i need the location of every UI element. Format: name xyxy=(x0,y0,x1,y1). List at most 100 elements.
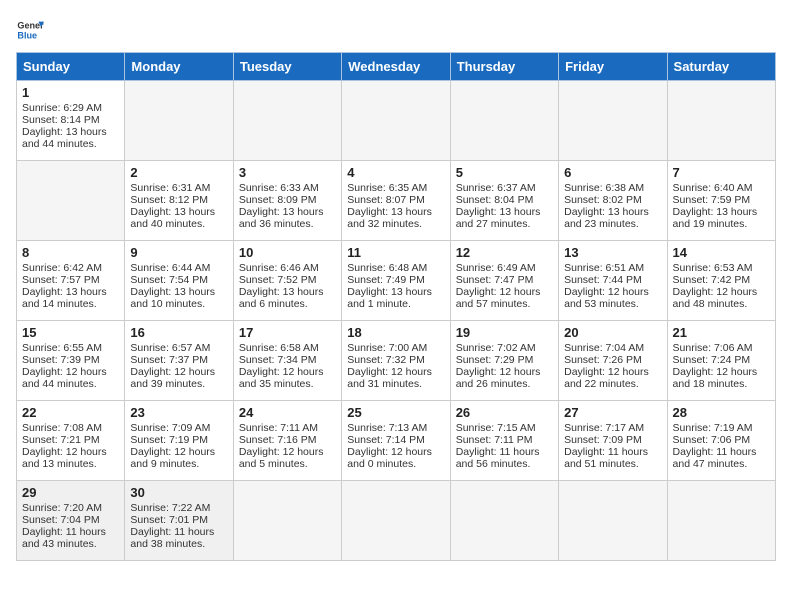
day-info: Sunset: 7:32 PM xyxy=(347,354,444,366)
calendar-cell: 28Sunrise: 7:19 AMSunset: 7:06 PMDayligh… xyxy=(667,401,775,481)
day-info: Sunset: 7:09 PM xyxy=(564,434,661,446)
day-info: Sunrise: 7:00 AM xyxy=(347,342,444,354)
day-info: Sunrise: 6:38 AM xyxy=(564,182,661,194)
day-header-saturday: Saturday xyxy=(667,53,775,81)
calendar-cell: 29 Sunrise: 7:20 AMSunset: 7:04 PMDayligh… xyxy=(17,481,125,561)
day-number: 2 xyxy=(130,165,227,180)
calendar-cell: 2Sunrise: 6:31 AMSunset: 8:12 PMDaylight… xyxy=(125,161,233,241)
day-info: Sunset: 7:42 PM xyxy=(673,274,770,286)
day-number: 25 xyxy=(347,405,444,420)
day-number: 10 xyxy=(239,245,336,260)
day-info: Sunset: 7:04 PM xyxy=(22,514,119,526)
day-info: Sunrise: 6:35 AM xyxy=(347,182,444,194)
day-info: Daylight: 13 hours and 19 minutes. xyxy=(673,206,770,230)
calendar-cell: 10Sunrise: 6:46 AMSunset: 7:52 PMDayligh… xyxy=(233,241,341,321)
day-info: Daylight: 13 hours and 14 minutes. xyxy=(22,286,119,310)
day-number: 5 xyxy=(456,165,553,180)
day-header-thursday: Thursday xyxy=(450,53,558,81)
calendar-cell xyxy=(342,481,450,561)
day-info: Sunrise: 6:55 AM xyxy=(22,342,119,354)
day-info: Daylight: 12 hours and 31 minutes. xyxy=(347,366,444,390)
day-info: Daylight: 12 hours and 48 minutes. xyxy=(673,286,770,310)
day-info: Sunrise: 7:19 AM xyxy=(673,422,770,434)
day-info: Daylight: 12 hours and 9 minutes. xyxy=(130,446,227,470)
calendar-cell xyxy=(450,81,558,161)
day-info: Daylight: 12 hours and 57 minutes. xyxy=(456,286,553,310)
day-info: Sunset: 7:57 PM xyxy=(22,274,119,286)
day-header-sunday: Sunday xyxy=(17,53,125,81)
calendar-cell: 11Sunrise: 6:48 AMSunset: 7:49 PMDayligh… xyxy=(342,241,450,321)
day-number: 15 xyxy=(22,325,119,340)
day-number: 18 xyxy=(347,325,444,340)
calendar-cell: 24Sunrise: 7:11 AMSunset: 7:16 PMDayligh… xyxy=(233,401,341,481)
day-info: Sunset: 8:09 PM xyxy=(239,194,336,206)
day-number: 26 xyxy=(456,405,553,420)
calendar-cell xyxy=(559,81,667,161)
calendar-week-row: 1Sunrise: 6:29 AMSunset: 8:14 PMDaylight… xyxy=(17,81,776,161)
calendar-cell xyxy=(17,161,125,241)
day-info: Sunrise: 7:06 AM xyxy=(673,342,770,354)
calendar-cell: 18 Sunrise: 7:00 AMSunset: 7:32 PMDayligh… xyxy=(342,321,450,401)
day-number: 28 xyxy=(673,405,770,420)
day-info: Sunrise: 6:44 AM xyxy=(130,262,227,274)
calendar-cell xyxy=(125,81,233,161)
day-info: Sunrise: 7:04 AM xyxy=(564,342,661,354)
day-info: Daylight: 11 hours and 47 minutes. xyxy=(673,446,770,470)
day-info: Sunrise: 6:51 AM xyxy=(564,262,661,274)
day-header-friday: Friday xyxy=(559,53,667,81)
day-info: Daylight: 13 hours and 40 minutes. xyxy=(130,206,227,230)
day-info: Sunrise: 6:31 AM xyxy=(130,182,227,194)
day-info: Daylight: 13 hours and 10 minutes. xyxy=(130,286,227,310)
day-info: Sunset: 7:11 PM xyxy=(456,434,553,446)
calendar-cell: 14Sunrise: 6:53 AMSunset: 7:42 PMDayligh… xyxy=(667,241,775,321)
day-number: 20 xyxy=(564,325,661,340)
calendar-cell: 22Sunrise: 7:08 AMSunset: 7:21 PMDayligh… xyxy=(17,401,125,481)
calendar-cell: 4Sunrise: 6:35 AMSunset: 8:07 PMDaylight… xyxy=(342,161,450,241)
day-number: 22 xyxy=(22,405,119,420)
day-info: Daylight: 13 hours and 6 minutes. xyxy=(239,286,336,310)
day-number: 29 xyxy=(22,485,119,500)
day-info: Sunset: 7:47 PM xyxy=(456,274,553,286)
calendar-cell: 25Sunrise: 7:13 AMSunset: 7:14 PMDayligh… xyxy=(342,401,450,481)
day-info: Daylight: 13 hours and 23 minutes. xyxy=(564,206,661,230)
day-number: 12 xyxy=(456,245,553,260)
day-info: Sunset: 7:19 PM xyxy=(130,434,227,446)
calendar-week-row: 2Sunrise: 6:31 AMSunset: 8:12 PMDaylight… xyxy=(17,161,776,241)
day-info: Sunrise: 6:53 AM xyxy=(673,262,770,274)
calendar-cell xyxy=(559,481,667,561)
day-info: Sunset: 7:21 PM xyxy=(22,434,119,446)
day-info: Daylight: 11 hours and 56 minutes. xyxy=(456,446,553,470)
day-info: Sunrise: 7:20 AM xyxy=(22,502,119,514)
calendar-cell xyxy=(450,481,558,561)
day-info: Sunrise: 7:08 AM xyxy=(22,422,119,434)
day-info: Sunrise: 6:57 AM xyxy=(130,342,227,354)
calendar-cell: 7Sunrise: 6:40 AMSunset: 7:59 PMDaylight… xyxy=(667,161,775,241)
day-info: Sunset: 7:52 PM xyxy=(239,274,336,286)
logo: General Blue xyxy=(16,16,44,44)
day-info: Daylight: 12 hours and 0 minutes. xyxy=(347,446,444,470)
day-number: 4 xyxy=(347,165,444,180)
day-info: Daylight: 13 hours and 27 minutes. xyxy=(456,206,553,230)
day-info: Sunset: 8:02 PM xyxy=(564,194,661,206)
day-info: Daylight: 12 hours and 18 minutes. xyxy=(673,366,770,390)
day-info: Daylight: 13 hours and 36 minutes. xyxy=(239,206,336,230)
day-info: Sunset: 7:54 PM xyxy=(130,274,227,286)
day-info: Sunrise: 6:40 AM xyxy=(673,182,770,194)
day-info: Sunset: 7:14 PM xyxy=(347,434,444,446)
day-header-wednesday: Wednesday xyxy=(342,53,450,81)
day-number: 21 xyxy=(673,325,770,340)
day-info: Sunset: 7:01 PM xyxy=(130,514,227,526)
calendar-week-row: 8Sunrise: 6:42 AMSunset: 7:57 PMDaylight… xyxy=(17,241,776,321)
day-info: Sunset: 7:24 PM xyxy=(673,354,770,366)
day-info: Sunrise: 6:49 AM xyxy=(456,262,553,274)
day-info: Daylight: 12 hours and 35 minutes. xyxy=(239,366,336,390)
day-info: Daylight: 11 hours and 51 minutes. xyxy=(564,446,661,470)
day-info: Daylight: 11 hours and 43 minutes. xyxy=(22,526,119,550)
day-info: Sunset: 8:07 PM xyxy=(347,194,444,206)
day-info: Daylight: 12 hours and 44 minutes. xyxy=(22,366,119,390)
day-info: Daylight: 13 hours and 1 minute. xyxy=(347,286,444,310)
day-info: Daylight: 12 hours and 26 minutes. xyxy=(456,366,553,390)
day-info: Sunrise: 6:48 AM xyxy=(347,262,444,274)
day-info: Sunrise: 6:37 AM xyxy=(456,182,553,194)
day-info: Daylight: 12 hours and 22 minutes. xyxy=(564,366,661,390)
